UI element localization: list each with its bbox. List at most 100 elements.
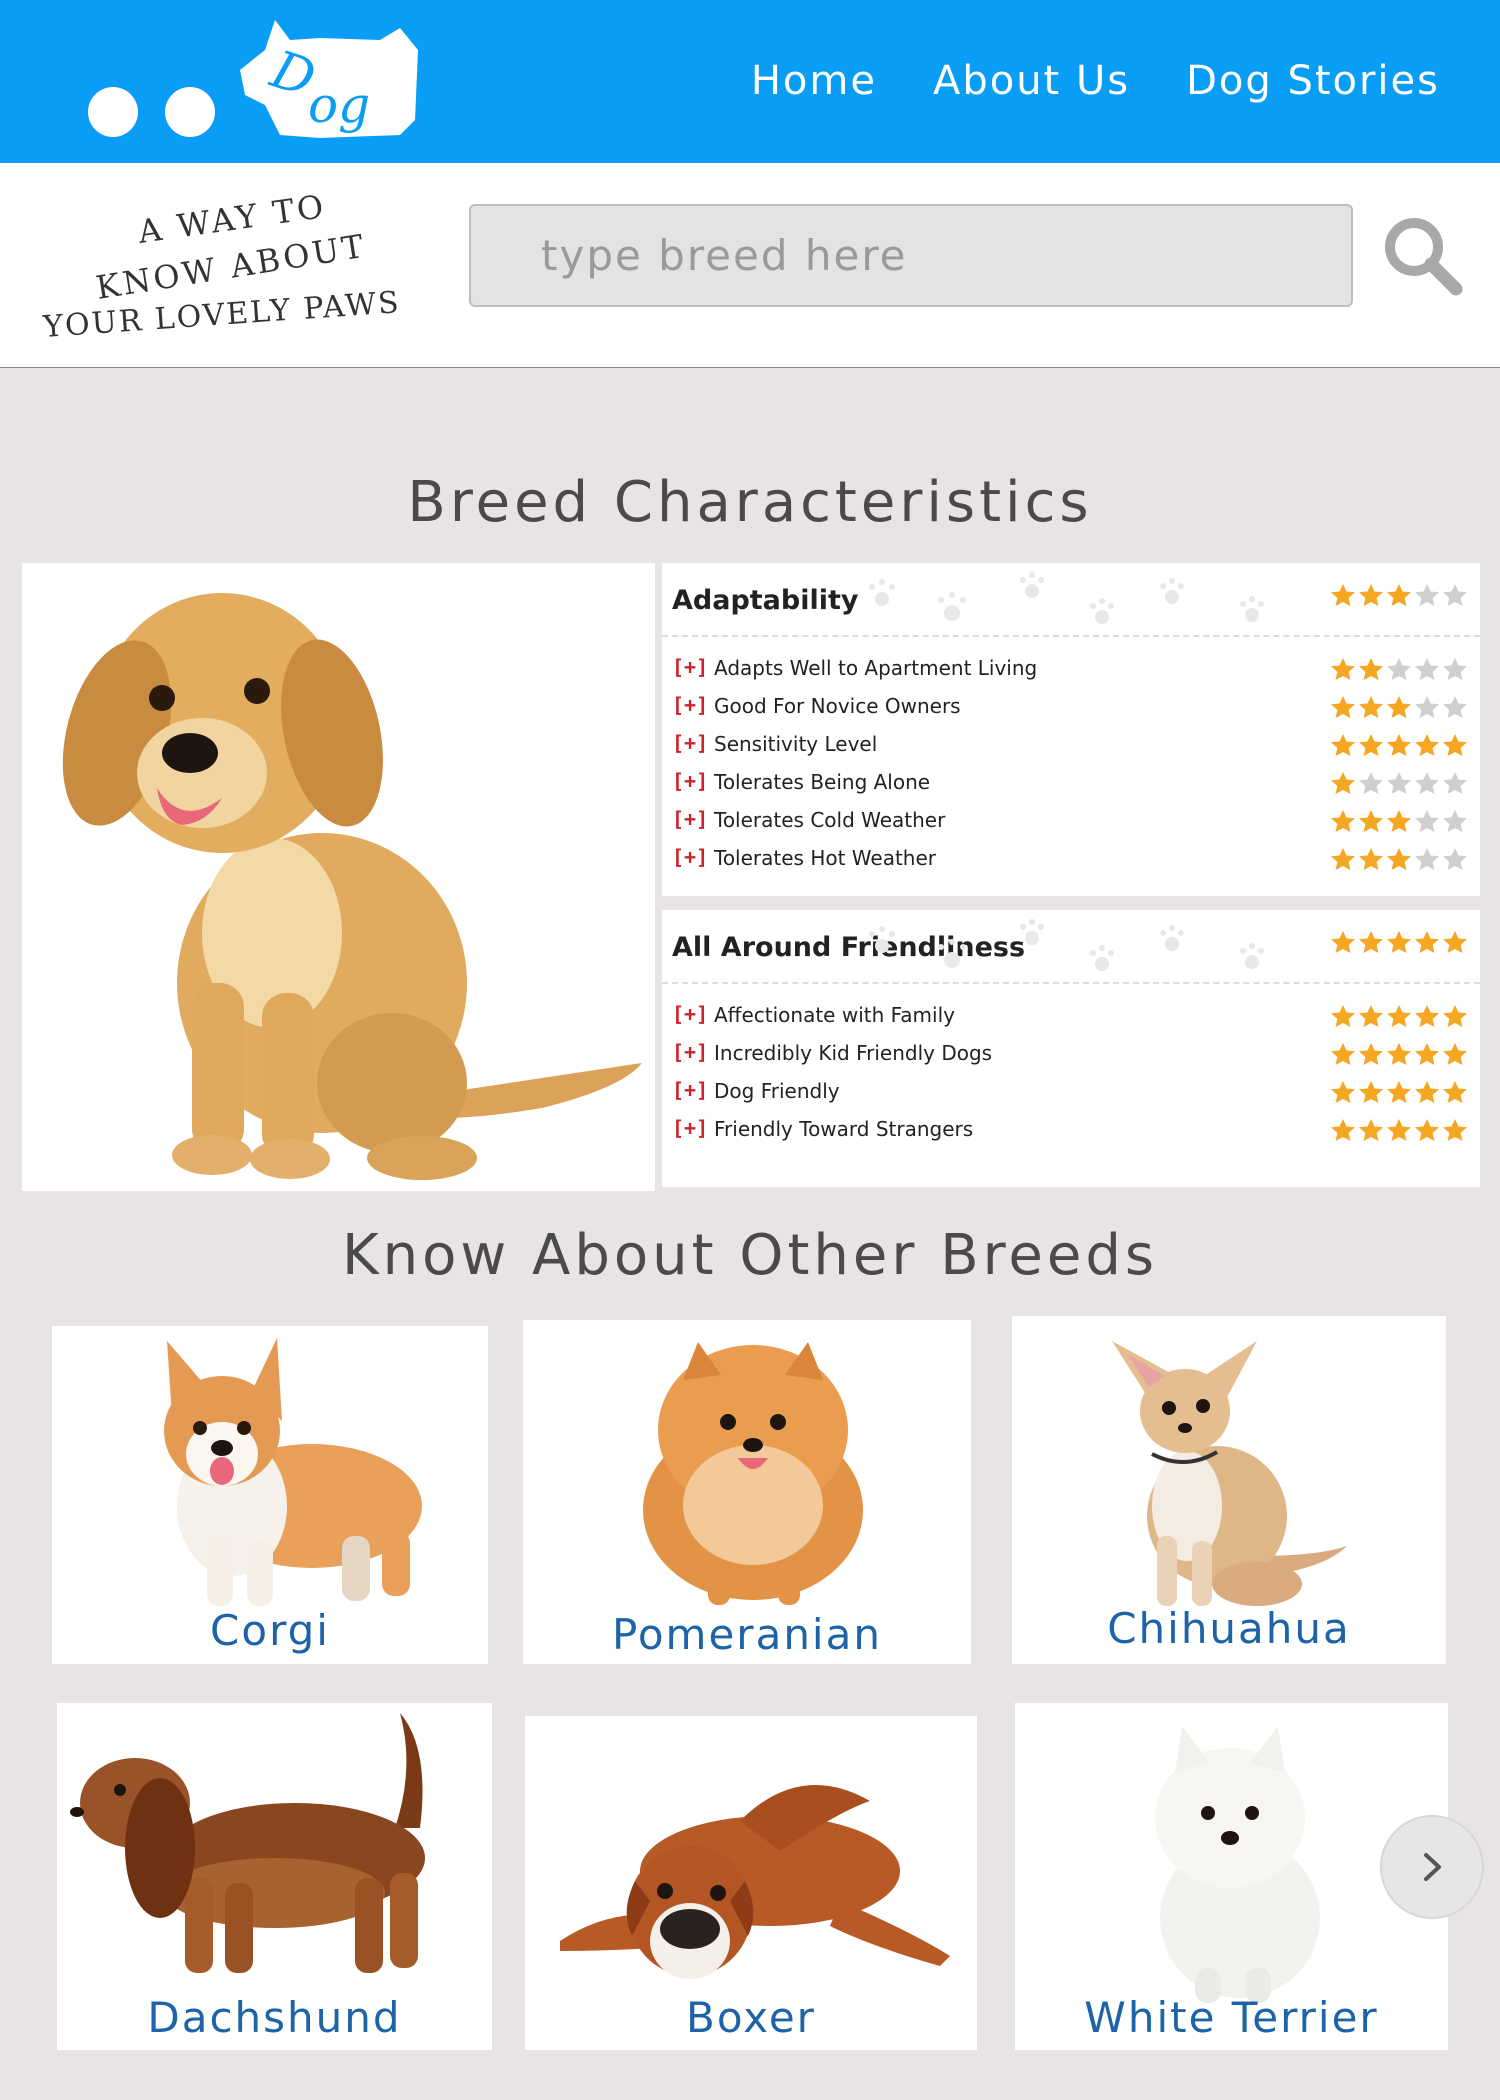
star-empty-icon <box>1443 848 1467 870</box>
adaptability-header[interactable]: Adaptability <box>662 563 1480 637</box>
expand-toggle[interactable]: [+] <box>672 693 708 717</box>
breed-name[interactable]: Corgi <box>52 1606 488 1655</box>
tagline-line-3: YOUR LOVELY PAWS <box>41 285 402 341</box>
friendliness-rating <box>1330 930 1468 954</box>
characteristic-rating <box>1330 1080 1468 1104</box>
star-empty-icon <box>1415 658 1439 680</box>
characteristic-rating <box>1330 847 1468 871</box>
expand-toggle[interactable]: [+] <box>672 1078 708 1102</box>
star-filled-icon <box>1331 734 1355 756</box>
expand-toggle[interactable]: [+] <box>672 769 708 793</box>
star-filled-icon <box>1415 1081 1439 1103</box>
featured-dog-photo <box>22 563 655 1191</box>
breed-card-dachshund[interactable]: Dachshund <box>57 1703 492 2050</box>
characteristic-row[interactable]: [+] Incredibly Kid Friendly Dogs <box>662 1034 1480 1072</box>
characteristic-label: Sensitivity Level <box>714 732 878 756</box>
characteristic-label: Tolerates Hot Weather <box>714 846 937 870</box>
search-icon[interactable] <box>1380 213 1466 299</box>
star-filled-icon <box>1443 1081 1467 1103</box>
characteristic-rating <box>1330 1118 1468 1142</box>
friendliness-header[interactable]: All Around Friendliness <box>662 910 1480 984</box>
star-filled-icon <box>1415 1043 1439 1065</box>
breed-card-chihuahua[interactable]: Chihuahua <box>1012 1316 1446 1664</box>
svg-text:og: og <box>308 76 370 134</box>
star-filled-icon <box>1387 931 1411 953</box>
characteristic-label: Tolerates Being Alone <box>714 770 931 794</box>
pomeranian-image <box>643 1342 863 1605</box>
chevron-right-icon <box>1424 1853 1441 1881</box>
characteristic-rating <box>1330 695 1468 719</box>
characteristic-row[interactable]: [+] Adapts Well to Apartment Living <box>662 649 1480 687</box>
star-empty-icon <box>1359 772 1383 794</box>
expand-toggle[interactable]: [+] <box>672 1040 708 1064</box>
expand-toggle[interactable]: [+] <box>672 1116 708 1140</box>
star-filled-icon <box>1359 1043 1383 1065</box>
expand-toggle[interactable]: [+] <box>672 731 708 755</box>
expand-toggle[interactable]: [+] <box>672 655 708 679</box>
star-filled-icon <box>1359 1081 1383 1103</box>
paw-prints-decoration <box>869 919 1264 971</box>
characteristic-rating <box>1330 657 1468 681</box>
breed-name[interactable]: Chihuahua <box>1012 1604 1446 1653</box>
white-terrier-image <box>1155 1726 1320 2003</box>
star-filled-icon <box>1359 734 1383 756</box>
star-empty-icon <box>1415 696 1439 718</box>
expand-toggle[interactable]: [+] <box>672 807 708 831</box>
star-filled-icon <box>1331 696 1355 718</box>
star-filled-icon <box>1387 1119 1411 1141</box>
characteristic-row[interactable]: [+] Good For Novice Owners <box>662 687 1480 725</box>
characteristic-rating <box>1330 809 1468 833</box>
star-filled-icon <box>1359 1005 1383 1027</box>
characteristic-label: Adapts Well to Apartment Living <box>714 656 1038 680</box>
breed-search-input[interactable] <box>469 204 1353 307</box>
star-filled-icon <box>1331 658 1355 680</box>
star-filled-icon <box>1443 1005 1467 1027</box>
expand-toggle[interactable]: [+] <box>672 845 708 869</box>
characteristic-row[interactable]: [+] Tolerates Cold Weather <box>662 801 1480 839</box>
star-filled-icon <box>1387 734 1411 756</box>
star-empty-icon <box>1443 584 1467 606</box>
star-filled-icon <box>1387 810 1411 832</box>
characteristic-label: Affectionate with Family <box>714 1003 955 1027</box>
star-filled-icon <box>1359 696 1383 718</box>
characteristic-row[interactable]: [+] Affectionate with Family <box>662 996 1480 1034</box>
characteristic-rating <box>1330 1004 1468 1028</box>
characteristic-row[interactable]: [+] Friendly Toward Strangers <box>662 1110 1480 1148</box>
expand-toggle[interactable]: [+] <box>672 1002 708 1026</box>
star-empty-icon <box>1443 810 1467 832</box>
next-breeds-button[interactable] <box>1380 1815 1484 1919</box>
star-filled-icon <box>1359 1119 1383 1141</box>
breed-card-corgi[interactable]: Corgi <box>52 1326 488 1664</box>
tagline: A WAY TO KNOW ABOUT YOUR LOVELY PAWS <box>41 191 402 341</box>
star-empty-icon <box>1415 584 1439 606</box>
characteristic-row[interactable]: [+] Tolerates Being Alone <box>662 763 1480 801</box>
star-filled-icon <box>1331 1043 1355 1065</box>
breed-card-pomeranian[interactable]: Pomeranian <box>523 1320 971 1664</box>
star-filled-icon <box>1443 931 1467 953</box>
nav-home-link[interactable]: Home <box>751 58 877 104</box>
star-filled-icon <box>1359 810 1383 832</box>
breed-name[interactable]: White Terrier <box>1015 1993 1448 2042</box>
dog-logo[interactable]: D og <box>80 10 440 150</box>
star-filled-icon <box>1359 584 1383 606</box>
characteristic-rating <box>1330 1042 1468 1066</box>
breed-name[interactable]: Pomeranian <box>523 1610 971 1659</box>
breed-name[interactable]: Boxer <box>525 1993 977 2042</box>
nav-about-us-link[interactable]: About Us <box>933 58 1130 104</box>
star-filled-icon <box>1387 584 1411 606</box>
nav-dog-stories-link[interactable]: Dog Stories <box>1186 58 1440 104</box>
corgi-image <box>164 1338 422 1606</box>
star-filled-icon <box>1415 1119 1439 1141</box>
star-filled-icon <box>1331 931 1355 953</box>
characteristic-row[interactable]: [+] Dog Friendly <box>662 1072 1480 1110</box>
characteristic-row[interactable]: [+] Tolerates Hot Weather <box>662 839 1480 877</box>
characteristic-label: Tolerates Cold Weather <box>714 808 946 832</box>
characteristic-label: Friendly Toward Strangers <box>714 1117 974 1141</box>
star-empty-icon <box>1415 810 1439 832</box>
star-empty-icon <box>1443 772 1467 794</box>
chihuahua-image <box>1112 1341 1347 1606</box>
characteristic-row[interactable]: [+] Sensitivity Level <box>662 725 1480 763</box>
breed-name[interactable]: Dachshund <box>57 1993 492 2042</box>
breed-card-boxer[interactable]: Boxer <box>525 1716 977 2050</box>
paw-prints-decoration <box>869 572 1264 624</box>
